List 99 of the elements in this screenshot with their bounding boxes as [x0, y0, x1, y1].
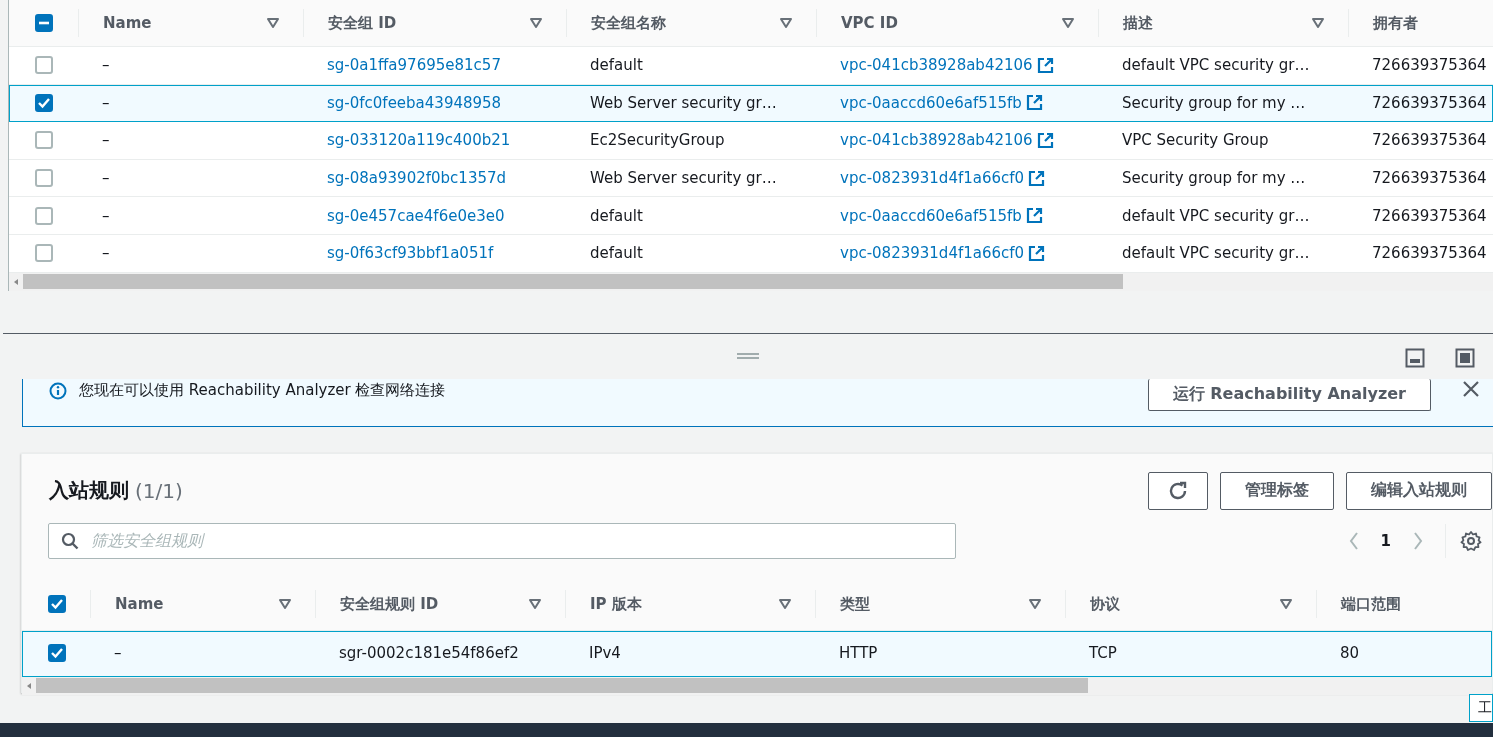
- run-analyzer-button[interactable]: 运行 Reachability Analyzer: [1147, 378, 1431, 411]
- table-cell: –: [102, 56, 110, 75]
- column-header[interactable]: 安全组规则 ID: [340, 594, 439, 614]
- column-header[interactable]: 拥有者: [1373, 13, 1418, 33]
- table-cell: Web Server security gr…: [590, 169, 777, 188]
- table-cell: default VPC security gr…: [1122, 244, 1310, 263]
- filter-icon[interactable]: [779, 599, 791, 610]
- filter-icon[interactable]: [1312, 18, 1324, 28]
- filter-icon[interactable]: [529, 599, 541, 610]
- external-link-icon[interactable]: [1028, 169, 1046, 187]
- table-cell: default VPC security gr…: [1122, 56, 1310, 75]
- table-cell: VPC Security Group: [1122, 131, 1269, 150]
- checkbox[interactable]: [35, 14, 53, 32]
- table-cell: Ec2SecurityGroup: [590, 131, 725, 150]
- table-cell: 726639375364: [1372, 56, 1487, 75]
- panel-bottom-icon[interactable]: [1405, 347, 1425, 368]
- external-link-icon[interactable]: [1036, 132, 1054, 149]
- resize-handle-icon[interactable]: [737, 353, 759, 360]
- table-cell: Security group for my …: [1122, 169, 1306, 188]
- checkbox[interactable]: [48, 644, 66, 663]
- checkbox[interactable]: [35, 131, 53, 150]
- scrollbar-thumb[interactable]: [23, 274, 1123, 290]
- external-link-icon[interactable]: [1025, 94, 1043, 112]
- checkbox[interactable]: [35, 244, 53, 263]
- filter-icon[interactable]: [1029, 599, 1041, 610]
- table-cell: –: [102, 206, 110, 225]
- table-cell: default: [590, 206, 643, 225]
- checkbox[interactable]: [35, 93, 53, 112]
- checkbox[interactable]: [35, 206, 53, 225]
- refresh-icon: [1167, 479, 1189, 502]
- table-cell: 726639375364: [1372, 169, 1487, 188]
- table-cell: HTTP: [839, 644, 878, 663]
- external-link-icon[interactable]: [1028, 244, 1046, 262]
- table-cell: –: [102, 244, 110, 263]
- column-header[interactable]: 安全组名称: [591, 13, 666, 33]
- table-cell: default: [590, 56, 643, 75]
- column-header[interactable]: 安全组 ID: [328, 13, 397, 33]
- column-header[interactable]: 类型: [840, 594, 870, 614]
- checkbox[interactable]: [35, 169, 53, 188]
- vpc-link[interactable]: vpc-041cb38928ab42106: [840, 56, 1033, 75]
- info-icon: [49, 381, 67, 400]
- vpc-link[interactable]: vpc-0823931d4f1a66cf0: [840, 244, 1025, 263]
- rule-count: (1/1): [135, 478, 183, 503]
- security-group-link[interactable]: sg-0f63cf93bbf1a051f: [327, 244, 494, 263]
- scrollbar-thumb[interactable]: [36, 678, 1088, 694]
- filter-icon[interactable]: [530, 18, 542, 28]
- security-group-link[interactable]: sg-0e457cae4f6e0e3e0: [327, 206, 505, 225]
- checkbox[interactable]: [48, 595, 66, 614]
- external-link-icon[interactable]: [1025, 207, 1043, 225]
- table-cell: 726639375364: [1372, 244, 1487, 263]
- info-message: 您现在可以使用 Reachability Analyzer 检查网络连接: [79, 380, 446, 400]
- refresh-button[interactable]: [1148, 471, 1208, 510]
- search-icon: [61, 531, 79, 550]
- security-group-link[interactable]: sg-0a1ffa97695e81c57: [327, 56, 501, 75]
- table-cell: 726639375364: [1372, 131, 1487, 150]
- filter-icon[interactable]: [267, 18, 279, 28]
- security-group-link[interactable]: sg-033120a119c400b21: [327, 131, 511, 150]
- filter-icon[interactable]: [279, 599, 291, 610]
- vpc-link[interactable]: vpc-0aaccd60e6af515fb: [840, 206, 1022, 225]
- column-header[interactable]: Name: [115, 595, 164, 614]
- column-header[interactable]: 协议: [1090, 594, 1120, 614]
- table-cell: 726639375364: [1372, 206, 1487, 225]
- table-cell: 80: [1340, 644, 1360, 663]
- column-header[interactable]: VPC ID: [841, 14, 898, 32]
- section-title: 入站规则: [49, 477, 129, 505]
- search-field[interactable]: 筛选安全组规则: [48, 522, 956, 559]
- manage-tags-button[interactable]: 管理标签: [1220, 471, 1334, 510]
- column-header[interactable]: 描述: [1123, 13, 1153, 33]
- column-header[interactable]: 端口范围: [1341, 594, 1401, 614]
- table-cell: Security group for my …: [1122, 93, 1306, 112]
- external-link-icon[interactable]: [1036, 56, 1054, 74]
- column-header[interactable]: Name: [103, 14, 152, 32]
- table-cell: default: [590, 244, 643, 263]
- table-cell: –: [102, 93, 110, 112]
- vpc-link[interactable]: vpc-041cb38928ab42106: [840, 131, 1033, 150]
- table-cell: Web Server security gr…: [590, 93, 777, 112]
- table-cell: –: [102, 131, 110, 150]
- table-cell: TCP: [1089, 644, 1117, 663]
- table-cell: IPv4: [589, 644, 621, 663]
- security-group-link[interactable]: sg-08a93902f0bc1357d: [327, 169, 507, 188]
- page-number[interactable]: 1: [1380, 531, 1391, 550]
- settings-icon[interactable]: [1460, 529, 1482, 552]
- table-cell: 726639375364: [1372, 93, 1487, 112]
- table-cell: –: [102, 169, 110, 188]
- tooltip: 工: [1469, 693, 1493, 722]
- vpc-link[interactable]: vpc-0aaccd60e6af515fb: [840, 93, 1022, 112]
- edit-rules-button[interactable]: 编辑入站规则: [1346, 471, 1492, 510]
- column-header[interactable]: IP 版本: [590, 594, 642, 614]
- close-icon[interactable]: [1463, 380, 1479, 397]
- filter-icon[interactable]: [1062, 18, 1074, 28]
- security-group-link[interactable]: sg-0fc0feeba43948958: [327, 93, 502, 112]
- checkbox[interactable]: [35, 56, 53, 75]
- vpc-link[interactable]: vpc-0823931d4f1a66cf0: [840, 169, 1025, 188]
- table-cell: default VPC security gr…: [1122, 206, 1310, 225]
- table-cell: sgr-0002c181e54f86ef2: [339, 644, 519, 663]
- filter-icon[interactable]: [1280, 599, 1292, 610]
- filter-icon[interactable]: [780, 18, 792, 28]
- table-cell: –: [114, 644, 122, 663]
- panel-full-icon[interactable]: [1455, 347, 1475, 368]
